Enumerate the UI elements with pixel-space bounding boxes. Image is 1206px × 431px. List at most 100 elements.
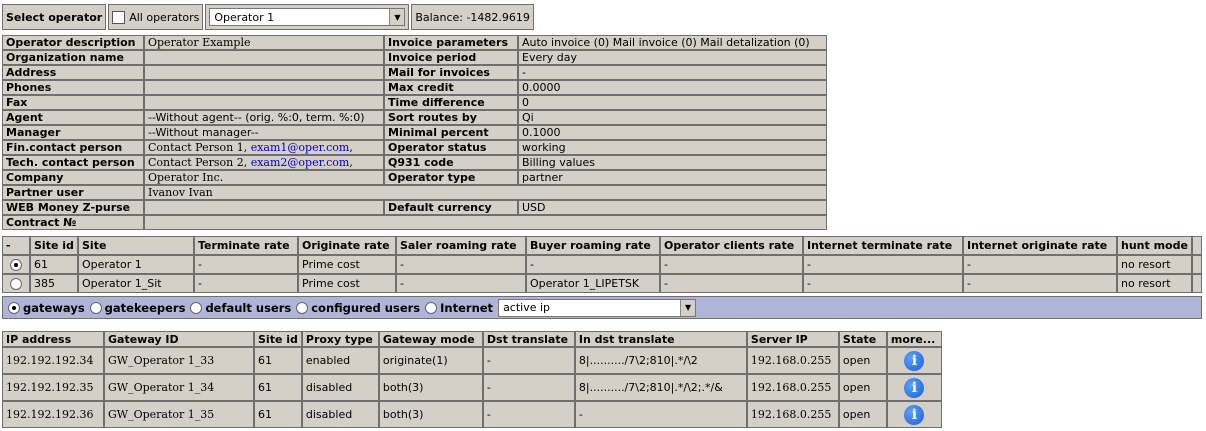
table-cell: Operator 1 [78, 255, 194, 274]
gateway-row[interactable]: 192.192.192.35 GW_Operator 1_34 61 disabled… [2, 374, 942, 401]
field-value-text: Contact Person 2, [148, 156, 251, 169]
field-value [144, 80, 384, 95]
column-header[interactable]: Internet terminate rate [803, 236, 963, 255]
filter-radio[interactable] [190, 301, 203, 314]
email-link[interactable]: exam1@oper.com [251, 141, 350, 154]
filter-radio[interactable] [8, 301, 20, 314]
table-cell: - [660, 274, 803, 293]
table-cell: 61 [30, 255, 78, 274]
table-cell: 61 [254, 401, 302, 428]
site-radio[interactable] [10, 259, 22, 271]
table-cell: disabled [301, 401, 379, 428]
site-radio[interactable] [10, 278, 22, 290]
info-icon[interactable]: i [904, 350, 925, 371]
column-header[interactable]: In dst translate [574, 331, 747, 347]
filter-radio[interactable] [89, 301, 102, 314]
gateway-row[interactable]: 192.192.192.34 GW_Operator 1_33 61 enabled o… [2, 347, 942, 374]
more-cell: i [886, 347, 942, 374]
column-header[interactable]: IP address [2, 331, 104, 347]
field-value [144, 215, 827, 230]
table-cell: - [963, 274, 1117, 293]
field-label: Default currency [384, 200, 518, 215]
field-value: Ivanov Ivan [144, 185, 827, 200]
all-operators-label: All operators [129, 10, 200, 24]
filter-option-label: gatekeepers [104, 300, 186, 315]
field-label: Operator description [2, 35, 144, 50]
filter-option-Internet[interactable]: Internet [425, 301, 493, 315]
filter-radio[interactable] [296, 301, 309, 314]
filter-radio[interactable] [425, 301, 438, 314]
filter-option-default-users[interactable]: default users [190, 301, 291, 315]
field-label: Agent [2, 110, 144, 125]
column-header[interactable]: hunt mode [1117, 236, 1192, 255]
field-label: Max credit [384, 80, 518, 95]
field-value: 0.0000 [518, 80, 827, 95]
table-cell: 192.192.192.36 [2, 401, 104, 428]
info-icon[interactable]: i [904, 404, 925, 425]
table-cell: - [803, 274, 963, 293]
column-header[interactable]: - [2, 236, 30, 255]
site-row[interactable]: 385 Operator 1_Sit - Prime cost - Operator 1_… [2, 274, 1202, 293]
column-header[interactable]: Site [78, 236, 194, 255]
table-cell: 192.168.0.255 [746, 401, 839, 428]
operator-info-table: Operator description Operator Example Invo… [2, 35, 827, 230]
chevron-down-icon[interactable]: ▼ [389, 9, 405, 25]
field-value-text: --Without agent-- (orig. %:0, term. %:0) [148, 111, 365, 124]
all-operators-toggle[interactable]: All operators [108, 4, 204, 30]
field-value-tail: , [349, 156, 353, 169]
chevron-down-icon[interactable]: ▼ [680, 299, 696, 316]
table-cell: GW_Operator 1_33 [104, 347, 254, 374]
field-label: Address [2, 65, 144, 80]
column-header[interactable]: Server IP [746, 331, 839, 347]
filter-option-configured-users[interactable]: configured users [296, 301, 420, 315]
column-header[interactable]: Proxy type [301, 331, 379, 347]
filter-option-label: Internet [440, 300, 494, 315]
field-label: Minimal percent [384, 125, 518, 140]
table-cell: open [838, 347, 887, 374]
column-header[interactable]: Site id [254, 331, 302, 347]
field-value [144, 200, 384, 215]
table-cell: GW_Operator 1_34 [104, 374, 254, 401]
field-value: Qi [518, 110, 827, 125]
column-header[interactable]: Site id [30, 236, 78, 255]
column-header[interactable]: Buyer roaming rate [526, 236, 660, 255]
gateway-row[interactable]: 192.192.192.36 GW_Operator 1_35 61 disabled… [2, 401, 942, 428]
site-row[interactable]: 61 Operator 1- Prime cost - - - - - no resort [2, 255, 1202, 274]
table-cell: disabled [301, 374, 379, 401]
table-cell: 385 [30, 274, 78, 293]
more-cell: i [886, 374, 942, 401]
column-header[interactable]: more... [886, 331, 942, 347]
ip-filter-select[interactable]: active ip ▼ [498, 298, 697, 317]
column-header[interactable]: Originate rate [298, 236, 396, 255]
info-icon[interactable]: i [904, 377, 925, 398]
table-cell-filler [1191, 255, 1202, 274]
column-header[interactable]: Internet originate rate [963, 236, 1117, 255]
operator-info-row: Phones Max credit 0.0000 [2, 80, 827, 95]
filter-option-label: configured users [311, 300, 421, 315]
table-cell: both(3) [378, 374, 483, 401]
filter-option-gatekeepers[interactable]: gatekeepers [89, 300, 186, 315]
field-label: Invoice period [384, 50, 518, 65]
operator-info-row: Fin.contact person Contact Person 1, exam… [2, 140, 827, 155]
field-label: Organization name [2, 50, 144, 65]
column-header[interactable]: Terminate rate [194, 236, 298, 255]
operator-select[interactable]: Operator 1 ▼ [209, 8, 406, 26]
filter-option-gateways[interactable]: gateways [8, 301, 85, 315]
table-cell: both(3) [378, 401, 483, 428]
column-header[interactable]: Gateway mode [378, 331, 483, 347]
filter-option-label: gateways [23, 300, 85, 315]
email-link[interactable]: exam2@oper.com [251, 156, 350, 169]
column-header[interactable]: Operator clients rate [660, 236, 803, 255]
column-header[interactable]: State [838, 331, 887, 347]
operator-info-row: Contract № [2, 215, 827, 230]
field-label: Mail for invoices [384, 65, 518, 80]
column-header[interactable]: Saler roaming rate [396, 236, 526, 255]
field-label: Manager [2, 125, 144, 140]
column-header[interactable]: Dst translate [482, 331, 575, 347]
field-value: Contact Person 1, exam1@oper.com, [144, 140, 384, 155]
all-operators-checkbox[interactable] [112, 10, 126, 24]
table-cell: open [838, 374, 887, 401]
column-header[interactable]: Gateway ID [104, 331, 254, 347]
field-value: Operator Example [144, 35, 384, 50]
sites-table: - Site id Site Terminate rate Originate rate… [2, 236, 1202, 293]
